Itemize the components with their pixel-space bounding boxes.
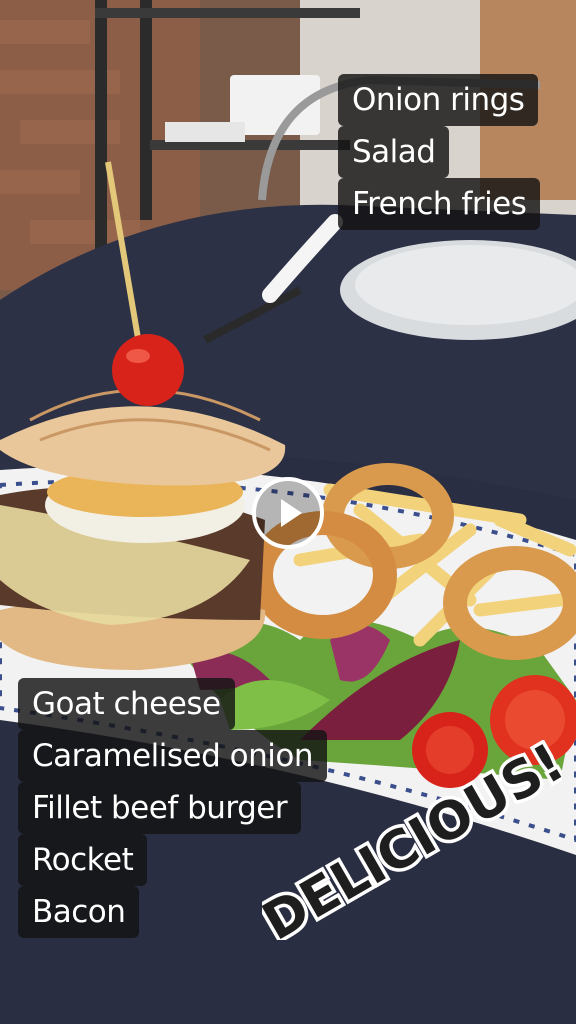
caption-line-rocket: Rocket [18,834,148,886]
play-icon [281,499,302,527]
caption-line-bacon: Bacon [18,886,140,938]
sticker-text: DELICIOUS! [262,740,562,940]
caption-line-fillet-beef-burger: Fillet beef burger [18,782,302,834]
play-button[interactable] [252,477,324,549]
caption-line-goat-cheese: Goat cheese [18,678,235,730]
caption-line-onion-rings: Onion rings [338,74,539,126]
caption-line-salad: Salad [338,126,450,178]
delicious-sticker: DELICIOUS! [262,740,562,940]
top-caption: Onion rings Salad French fries [338,74,541,230]
caption-line-french-fries: French fries [338,178,541,230]
